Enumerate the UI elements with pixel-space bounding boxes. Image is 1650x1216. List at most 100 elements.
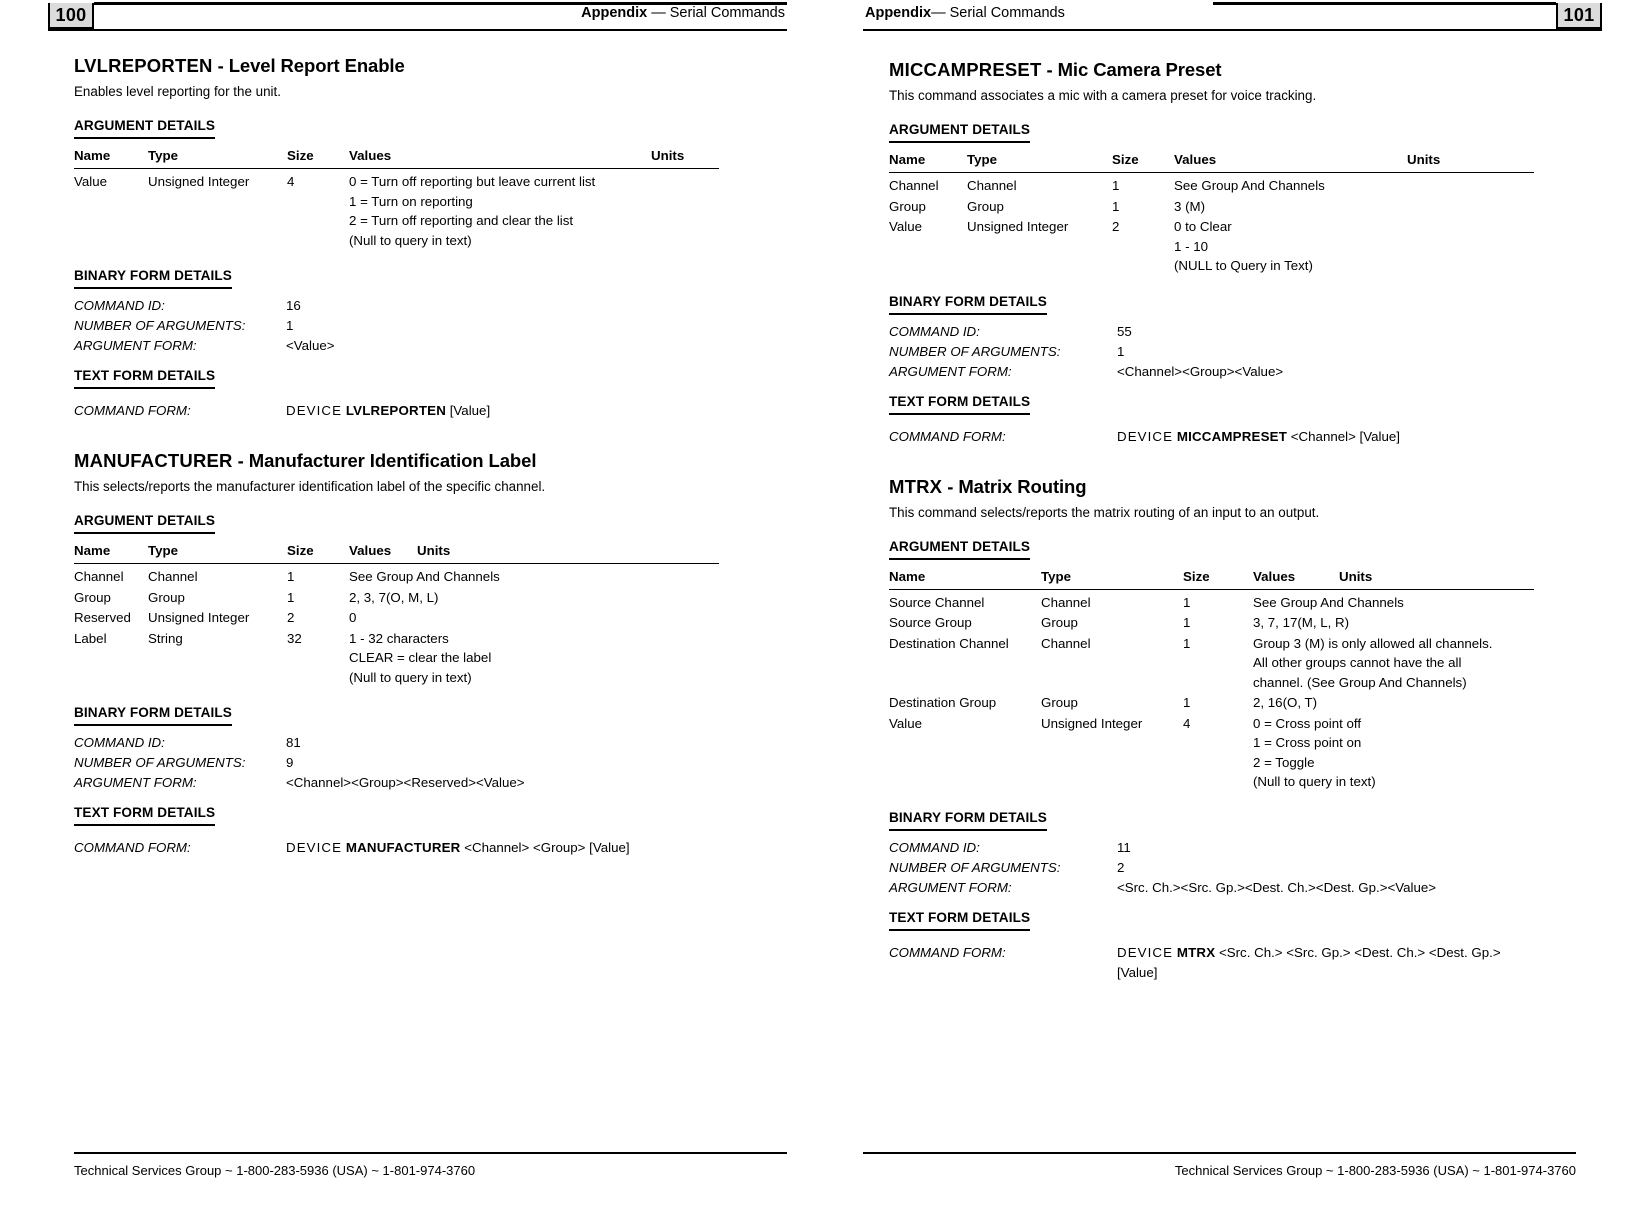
value-line: 2 = Turn off reporting and clear the lis… xyxy=(349,213,574,228)
device-keyword: DEVICE xyxy=(1117,944,1174,960)
command-miccampreset: MICCAMPRESET - Mic Camera Preset This co… xyxy=(889,60,1534,447)
binary-key: NUMBER OF ARGUMENTS: xyxy=(889,859,1061,875)
col-name: Name xyxy=(74,148,111,163)
value-line: All other groups cannot have the all xyxy=(1253,655,1462,670)
command-description: This command selects/reports the matrix … xyxy=(889,504,1320,520)
page-101: 101 Appendix— Serial Commands MICCAMPRES… xyxy=(825,0,1650,1216)
cell-size: 2 xyxy=(287,610,295,625)
device-keyword: DEVICE xyxy=(286,403,343,418)
cell-name: Destination Group xyxy=(889,695,997,710)
value-line: CLEAR = clear the label xyxy=(349,650,492,665)
cell-size: 1 xyxy=(1183,615,1191,630)
argument-details-heading: ARGUMENT DETAILS xyxy=(889,120,1031,143)
col-values: Values xyxy=(349,148,392,163)
cell-type: Unsigned Integer xyxy=(967,219,1069,234)
cell-name: Value xyxy=(889,219,923,234)
col-type: Type xyxy=(148,148,179,163)
value-line: 2, 3, 7(O, M, L) xyxy=(349,589,439,605)
binary-value: <Channel><Group><Reserved><Value> xyxy=(286,775,525,790)
cell-name: Group xyxy=(889,198,926,214)
text-form-key: COMMAND FORM: xyxy=(74,403,191,418)
cell-values: Group 3 (M) is only allowed all channels… xyxy=(1253,633,1534,693)
page-100-content: LVLREPORTEN - Level Report Enable Enable… xyxy=(74,56,719,858)
cell-units xyxy=(1407,196,1534,217)
cell-name: Value xyxy=(74,174,108,189)
cell-values: 0 to Clear 1 - 10 (NULL to Query in Text… xyxy=(1174,216,1407,276)
cell-type: Channel xyxy=(1041,594,1091,610)
command-code: MANUFACTURER xyxy=(74,450,233,471)
binary-key: ARGUMENT FORM: xyxy=(889,879,1012,895)
page-number-101: 101 xyxy=(1556,3,1602,29)
cell-name: Label xyxy=(74,630,107,646)
table-row: Reserved Unsigned Integer 2 0 xyxy=(74,607,719,628)
device-keyword: DEVICE xyxy=(286,840,343,855)
cell-values: 2, 3, 7(O, M, L) xyxy=(349,587,719,608)
page-header-right: 101 Appendix— Serial Commands xyxy=(863,0,1602,36)
binary-form-heading: BINARY FORM DETAILS xyxy=(889,808,1047,831)
cell-values: 0 = Cross point off 1 = Cross point on 2… xyxy=(1253,713,1534,792)
value-line: 3 (M) xyxy=(1174,198,1206,214)
value-line: (Null to query in text) xyxy=(349,232,472,248)
binary-value: 9 xyxy=(286,755,294,770)
table-row: Value Unsigned Integer 2 0 to Clear 1 - … xyxy=(889,216,1534,276)
text-form-command: DEVICE MICCAMPRESET <Channel> [Value] xyxy=(1117,427,1400,447)
col-size: Size xyxy=(287,148,314,163)
value-line: (Null to query in text) xyxy=(1253,774,1376,789)
table-row: Group Group 1 2, 3, 7(O, M, L) xyxy=(74,587,719,608)
binary-row: COMMAND ID: 81 xyxy=(74,733,719,753)
footer-text: Technical Services Group ~ 1-800-283-593… xyxy=(1174,1163,1576,1178)
binary-row: NUMBER OF ARGUMENTS: 1 xyxy=(889,342,1534,362)
binary-key: ARGUMENT FORM: xyxy=(889,363,1012,379)
value-line: 1 = Cross point on xyxy=(1253,735,1362,750)
cell-size: 1 xyxy=(1183,594,1191,610)
cell-units xyxy=(1407,173,1534,196)
command-heading: MANUFACTURER - Manufacturer Identificati… xyxy=(74,451,719,471)
table-row: Label String 32 1 - 32 characters CLEAR … xyxy=(74,628,719,688)
binary-form-heading: BINARY FORM DETAILS xyxy=(74,266,232,289)
cell-size: 2 xyxy=(1112,219,1120,234)
table-header-row: Name Type Size Values Units xyxy=(74,541,719,564)
cell-size: 4 xyxy=(287,174,295,189)
binary-value: 81 xyxy=(286,735,301,750)
command-dash: - xyxy=(942,475,959,497)
binary-row: COMMAND ID: 11 xyxy=(889,838,1534,858)
table-header-row: Name Type Size Values Units xyxy=(74,146,719,169)
text-form-command-line1: DEVICE MTRX <Src. Ch.> <Src. Gp.> <Dest.… xyxy=(1117,943,1501,963)
cell-values: See Group And Channels xyxy=(1174,173,1407,196)
col-size: Size xyxy=(1112,152,1139,167)
value-line: channel. (See Group And Channels) xyxy=(1253,674,1467,690)
text-form-heading: TEXT FORM DETAILS xyxy=(74,803,216,826)
command-code: MTRX xyxy=(889,475,943,497)
text-form-command: DEVICE LVLREPORTEN [Value] xyxy=(286,401,490,421)
text-form-command: DEVICE MTRX <Src. Ch.> <Src. Gp.> <Dest.… xyxy=(1117,943,1501,983)
cell-values: 1 - 32 characters CLEAR = clear the labe… xyxy=(349,628,719,688)
header-title-left: Appendix — Serial Commands xyxy=(581,5,785,21)
command-args: <Src. Ch.> <Src. Gp.> <Dest. Ch.> <Dest.… xyxy=(1219,944,1501,960)
value-line: 0 = Turn off reporting but leave current… xyxy=(349,174,596,189)
binary-key: ARGUMENT FORM: xyxy=(74,338,197,353)
binary-value: <Src. Ch.><Src. Gp.><Dest. Ch.><Dest. Gp… xyxy=(1117,879,1437,895)
command-args: [Value] xyxy=(449,403,491,418)
text-form-key: COMMAND FORM: xyxy=(889,428,1006,444)
header-title-bold: Appendix xyxy=(865,5,932,21)
footer-rule xyxy=(74,1152,787,1154)
page-footer-left: Technical Services Group ~ 1-800-283-593… xyxy=(74,1152,787,1192)
text-form-row: COMMAND FORM: DEVICE LVLREPORTEN [Value] xyxy=(74,401,719,421)
binary-row: ARGUMENT FORM: <Channel><Group><Value> xyxy=(889,362,1534,382)
col-size: Size xyxy=(1183,568,1210,584)
page-101-content: MICCAMPRESET - Mic Camera Preset This co… xyxy=(889,60,1534,983)
value-line: See Group And Channels xyxy=(349,569,500,584)
binary-row: NUMBER OF ARGUMENTS: 1 xyxy=(74,316,719,336)
command-manufacturer: MANUFACTURER - Manufacturer Identificati… xyxy=(74,451,719,858)
binary-value: <Value> xyxy=(286,338,335,353)
command-description: This selects/reports the manufacturer id… xyxy=(74,479,546,494)
header-title-rest: — Serial Commands xyxy=(931,5,1065,21)
command-dash: - xyxy=(212,55,229,76)
cell-values: 3, 7, 17(M, L, R) xyxy=(1253,612,1534,633)
cell-name: Source Group xyxy=(889,615,972,630)
cell-type: Group xyxy=(1041,695,1078,710)
col-values: Values xyxy=(349,543,392,558)
command-name-token: MANUFACTURER xyxy=(345,840,461,855)
value-line: 0 = Cross point off xyxy=(1253,715,1362,731)
binary-form-details: COMMAND ID: 55 NUMBER OF ARGUMENTS: 1 AR… xyxy=(889,322,1534,382)
